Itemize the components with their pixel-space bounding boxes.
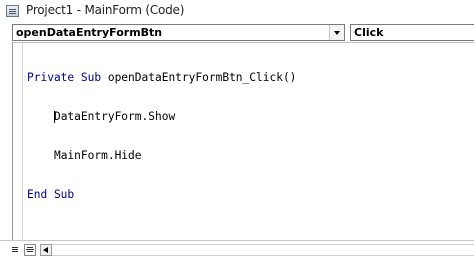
bottom-bar <box>0 240 474 263</box>
code-text-segment: MainForm.Hide <box>53 149 142 162</box>
procedure-combo-value: Click <box>354 26 384 39</box>
text-caret <box>54 111 55 123</box>
code-line: MainForm.Hide <box>27 149 296 162</box>
title-bar: Project1 - MainForm (Code) <box>0 0 474 22</box>
window-title: Project1 - MainForm (Code) <box>26 3 185 17</box>
full-module-view-icon[interactable] <box>24 244 36 256</box>
code-keyword: Private Sub <box>27 71 102 84</box>
margin-indicator-bar[interactable] <box>13 43 23 240</box>
code-line: DataEntryForm.Show <box>27 110 296 123</box>
procedure-combo[interactable]: Click <box>350 24 474 41</box>
code-line: Private Sub openDataEntryFormBtn_Click() <box>27 71 296 84</box>
horizontal-scrollbar[interactable] <box>52 244 474 256</box>
combo-row: openDataEntryFormBtn Click <box>0 24 474 42</box>
code-window: Project1 - MainForm (Code) openDataEntry… <box>0 0 474 263</box>
chevron-down-icon[interactable] <box>329 25 344 40</box>
code-module-icon <box>6 5 19 17</box>
procedure-view-icon[interactable] <box>9 244 21 256</box>
code-line: End Sub <box>27 188 296 201</box>
code-editor[interactable]: Private Sub openDataEntryFormBtn_Click()… <box>12 42 474 240</box>
scroll-left-arrow-icon[interactable] <box>40 244 52 256</box>
code-text[interactable]: Private Sub openDataEntryFormBtn_Click()… <box>27 45 296 227</box>
object-combo[interactable]: openDataEntryFormBtn <box>12 24 345 41</box>
code-text-segment: DataEntryForm.Show <box>53 110 176 123</box>
code-text-segment: openDataEntryFormBtn_Click() <box>101 71 297 84</box>
object-combo-value: openDataEntryFormBtn <box>16 26 163 39</box>
code-keyword: End Sub <box>27 188 75 201</box>
